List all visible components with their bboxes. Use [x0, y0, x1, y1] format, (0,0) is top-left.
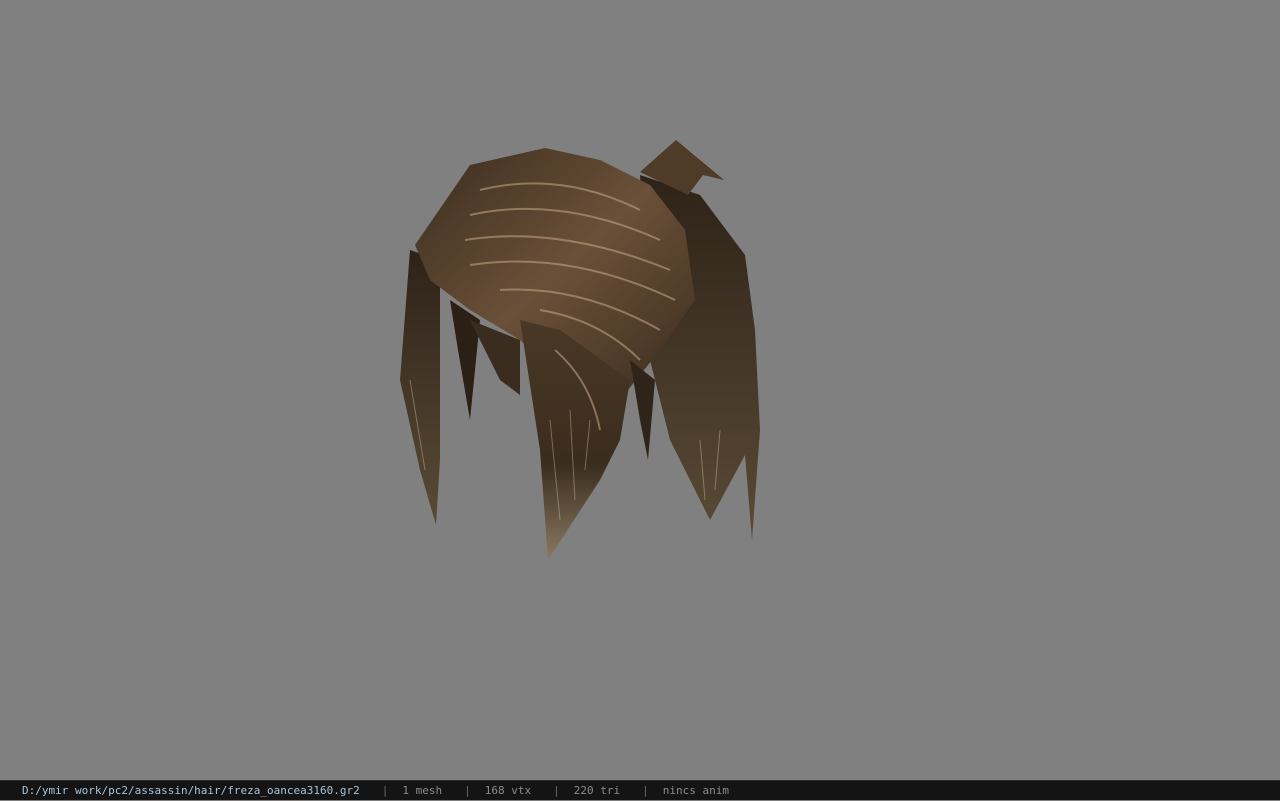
3d-viewport[interactable] [0, 0, 1280, 780]
separator: | [381, 784, 389, 797]
triangle-count: 220 tri [573, 784, 621, 797]
hair-inner-spike [630, 360, 655, 460]
animation-status: nincs anim [662, 784, 729, 797]
vertex-count: 168 vtx [484, 784, 532, 797]
hair-model[interactable] [0, 0, 1280, 780]
separator: | [464, 784, 471, 797]
separator: | [553, 784, 560, 797]
file-path: D:/ymir work/pc2/assassin/hair/freza_oan… [22, 784, 360, 797]
hair-left-strand [400, 250, 440, 525]
mesh-count: 1 mesh [402, 784, 443, 797]
hair-left-spike [450, 300, 480, 420]
separator: | [642, 784, 649, 797]
status-bar: D:/ymir work/pc2/assassin/hair/freza_oan… [0, 780, 1280, 800]
